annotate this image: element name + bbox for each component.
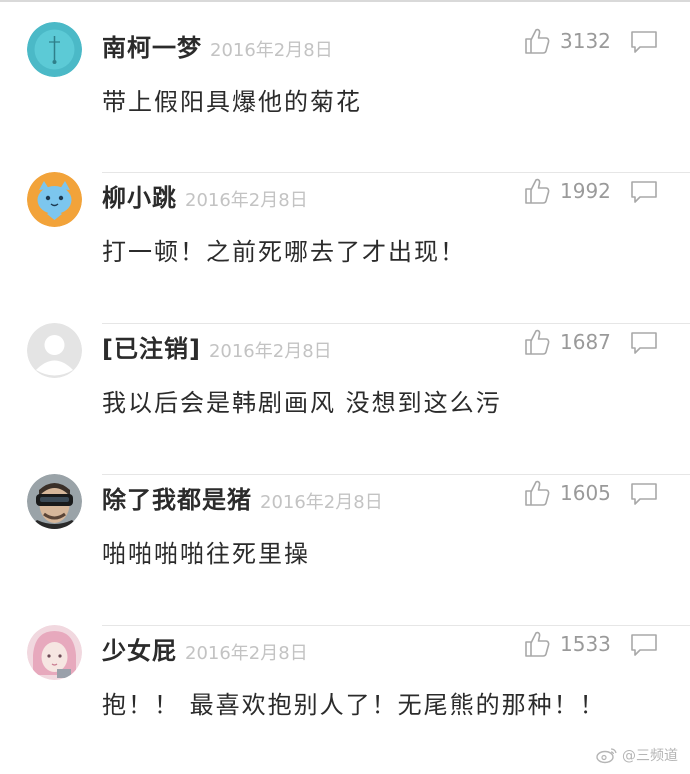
comment-date: 2016年2月8日 xyxy=(208,341,332,362)
username[interactable]: [已注销] xyxy=(102,335,201,363)
like-button[interactable]: 1533 xyxy=(524,627,611,661)
reply-button[interactable] xyxy=(630,30,658,58)
comment-item: 柳小跳 2016年2月8日 1992 打一顿！之前死哪去了才出现！ xyxy=(0,150,690,300)
like-count: 3132 xyxy=(560,29,611,53)
username[interactable]: 柳小跳 xyxy=(102,184,177,212)
comment-bubble-icon xyxy=(631,31,657,53)
comment-header: 除了我都是猪 2016年2月8日 xyxy=(102,480,383,515)
default-grey-avatar-icon xyxy=(27,323,82,378)
username[interactable]: 南柯一梦 xyxy=(102,34,202,62)
username[interactable]: 除了我都是猪 xyxy=(102,486,252,514)
like-count: 1533 xyxy=(560,632,611,656)
reply-button[interactable] xyxy=(630,331,658,359)
man-with-vr-headset-avatar-icon xyxy=(27,474,82,529)
comment-text: 抱！！ 最喜欢抱别人了！无尾熊的那种！！ xyxy=(102,691,606,719)
thumbs-up-icon xyxy=(525,178,550,204)
blue-cat-on-orange-avatar-icon xyxy=(27,172,82,227)
comment-item: 南柯一梦 2016年2月8日 3132 带上假阳具爆他的菊花 xyxy=(0,0,690,150)
comment-header: 少女屁 2016年2月8日 xyxy=(102,631,308,666)
username[interactable]: 少女屁 xyxy=(102,637,177,665)
like-button[interactable]: 1687 xyxy=(524,325,611,359)
reply-button[interactable] xyxy=(630,482,658,510)
watermark-text: @三频道 xyxy=(622,748,678,764)
teal-circle-avatar-icon xyxy=(27,22,82,77)
thumbs-up-icon xyxy=(525,631,550,657)
like-count: 1992 xyxy=(560,179,611,203)
comment-text: 我以后会是韩剧画风 没想到这么污 xyxy=(102,389,502,417)
comment-bubble-icon xyxy=(631,332,657,354)
comment-item: 除了我都是猪 2016年2月8日 1605 啪啪啪啪往死里操 xyxy=(0,452,690,602)
comment-bubble-icon xyxy=(631,181,657,203)
avatar[interactable] xyxy=(27,323,82,378)
reply-button[interactable] xyxy=(630,633,658,661)
avatar[interactable] xyxy=(27,625,82,680)
like-count: 1605 xyxy=(560,481,611,505)
like-button[interactable]: 3132 xyxy=(524,24,611,58)
comment-text: 啪啪啪啪往死里操 xyxy=(102,540,310,568)
thumbs-up-icon xyxy=(525,28,550,54)
pink-girl-avatar-icon xyxy=(27,625,82,680)
comment-header: 柳小跳 2016年2月8日 xyxy=(102,178,308,213)
avatar[interactable] xyxy=(27,474,82,529)
comment-header: [已注销] 2016年2月8日 xyxy=(102,329,332,364)
avatar[interactable] xyxy=(27,22,82,77)
thumbs-up-icon xyxy=(525,480,550,506)
avatar[interactable] xyxy=(27,172,82,227)
comment-bubble-icon xyxy=(631,483,657,505)
comment-bubble-icon xyxy=(631,634,657,656)
comment-date: 2016年2月8日 xyxy=(185,190,308,211)
like-button[interactable]: 1605 xyxy=(524,476,611,510)
reply-button[interactable] xyxy=(630,180,658,208)
comment-text: 带上假阳具爆他的菊花 xyxy=(102,88,362,116)
comment-date: 2016年2月8日 xyxy=(260,492,383,513)
comment-date: 2016年2月8日 xyxy=(210,40,333,61)
like-count: 1687 xyxy=(560,330,611,354)
watermark: @三频道 xyxy=(596,745,678,765)
comment-item: 少女屁 2016年2月8日 1533 抱！！ 最喜欢抱别人了！无尾熊的那种！！ xyxy=(0,603,690,753)
comment-text: 打一顿！之前死哪去了才出现！ xyxy=(102,238,466,266)
comment-item: [已注销] 2016年2月8日 1687 我以后会是韩剧画风 没想到这么污 xyxy=(0,301,690,451)
comment-header: 南柯一梦 2016年2月8日 xyxy=(102,28,333,63)
comment-date: 2016年2月8日 xyxy=(185,643,308,664)
weibo-logo-icon xyxy=(596,748,617,764)
like-button[interactable]: 1992 xyxy=(524,174,611,208)
thumbs-up-icon xyxy=(525,329,550,355)
